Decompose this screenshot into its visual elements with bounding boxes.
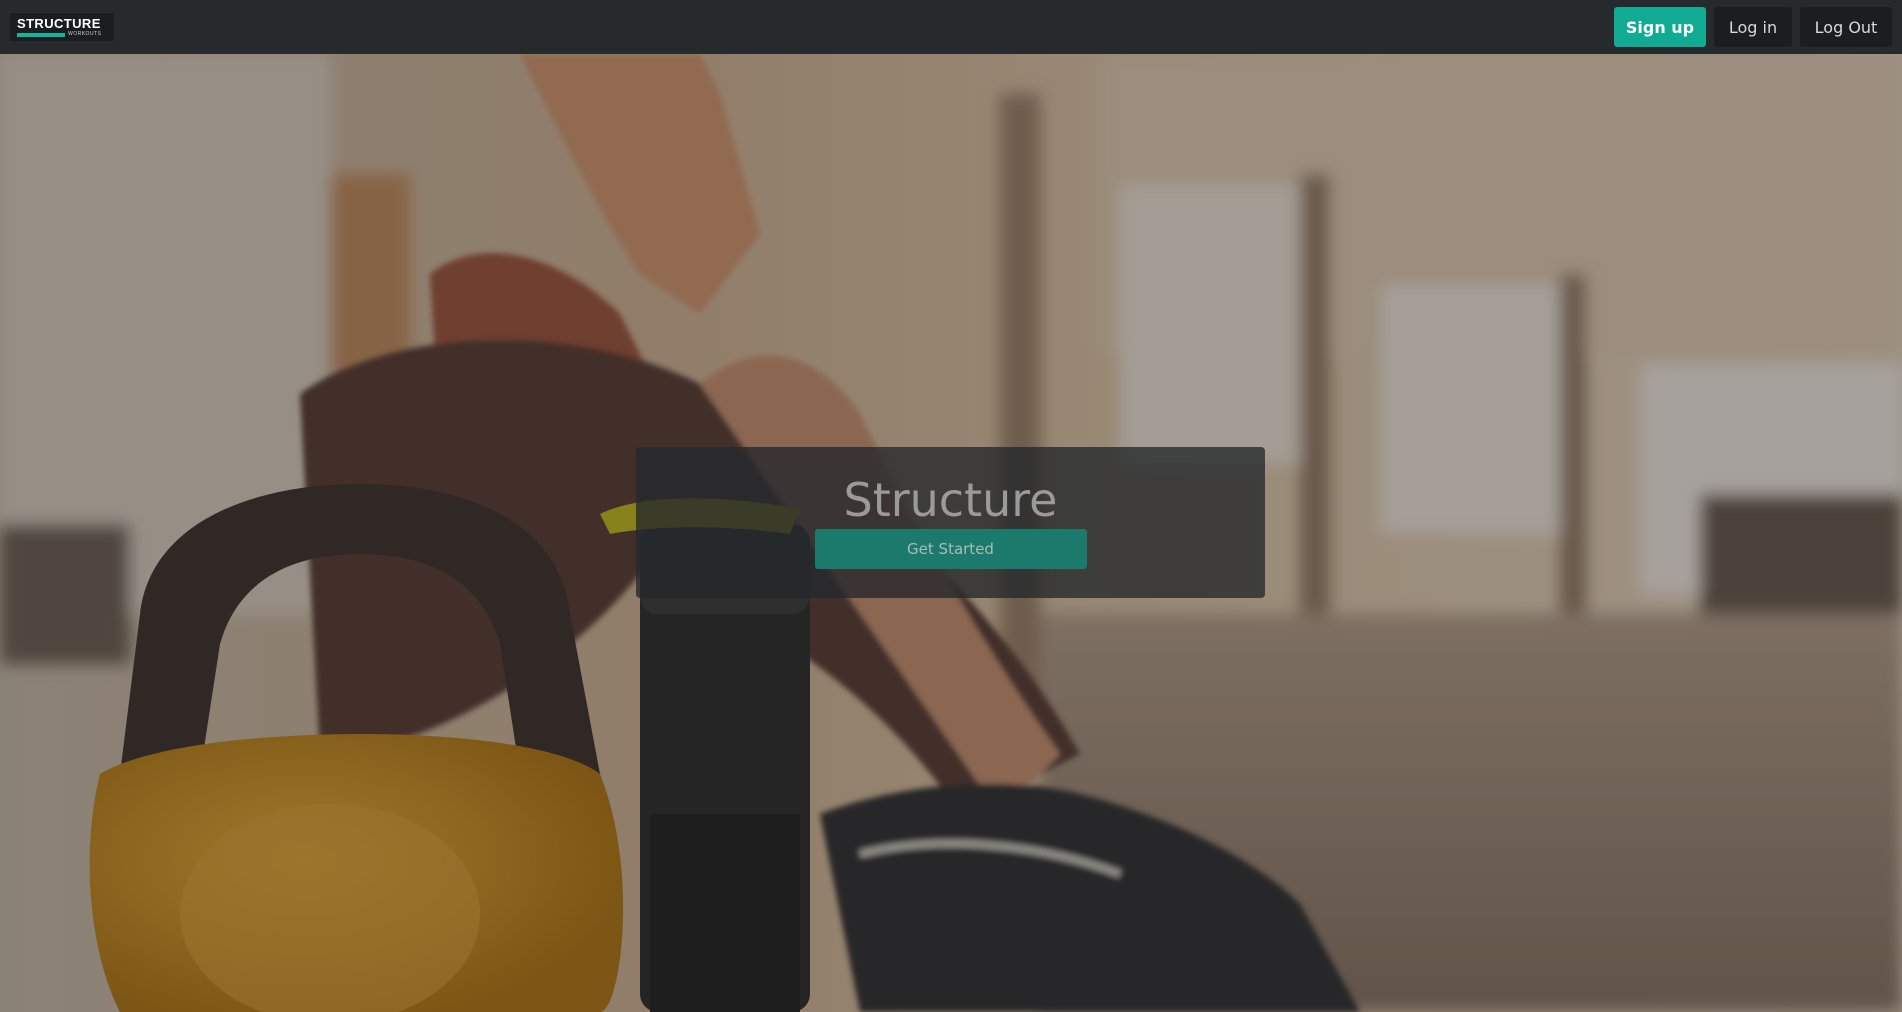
hero-card: Structure Get Started [636,447,1265,598]
signup-button[interactable]: Sign up [1614,7,1706,47]
logo-text: STRUCTURE [17,16,101,31]
logout-button[interactable]: Log Out [1800,7,1892,47]
nav-actions: Sign up Log in Log Out [1606,7,1892,47]
hero-section: Structure Get Started [0,54,1902,1012]
logo-sub-row: WORKOUTS [17,32,108,37]
top-navbar: STRUCTURE WORKOUTS Sign up Log in Log Ou… [0,0,1902,54]
logo-accent-bar [17,32,65,37]
brand-logo[interactable]: STRUCTURE WORKOUTS [10,13,114,41]
get-started-button[interactable]: Get Started [814,529,1087,569]
logo-subtext: WORKOUTS [68,31,102,37]
login-button[interactable]: Log in [1714,7,1792,47]
hero-title: Structure [843,473,1058,527]
